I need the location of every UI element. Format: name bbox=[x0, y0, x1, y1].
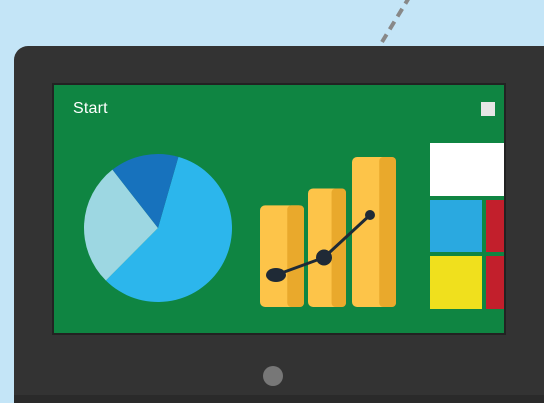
tile-yellow[interactable] bbox=[430, 256, 482, 309]
bar bbox=[352, 157, 396, 307]
tile-red-top[interactable] bbox=[486, 200, 504, 252]
trend-point bbox=[365, 210, 375, 220]
bar bbox=[260, 205, 304, 307]
trend-point bbox=[266, 268, 286, 282]
tile-red-bottom[interactable] bbox=[486, 256, 504, 309]
trend-point bbox=[316, 249, 332, 266]
start-label: Start bbox=[73, 100, 108, 117]
home-button-icon[interactable] bbox=[263, 366, 283, 386]
tablet-illustration: Start bbox=[0, 0, 544, 403]
tablet-screen: Start bbox=[52, 83, 506, 335]
bar bbox=[308, 188, 346, 307]
window-square-icon[interactable] bbox=[481, 102, 495, 116]
tile-blue[interactable] bbox=[430, 200, 482, 252]
tablet-bottom-edge bbox=[14, 395, 544, 403]
bar-chart bbox=[260, 157, 396, 307]
pie-chart bbox=[83, 154, 232, 302]
cable bbox=[380, 0, 410, 44]
tile-white[interactable] bbox=[430, 143, 504, 196]
